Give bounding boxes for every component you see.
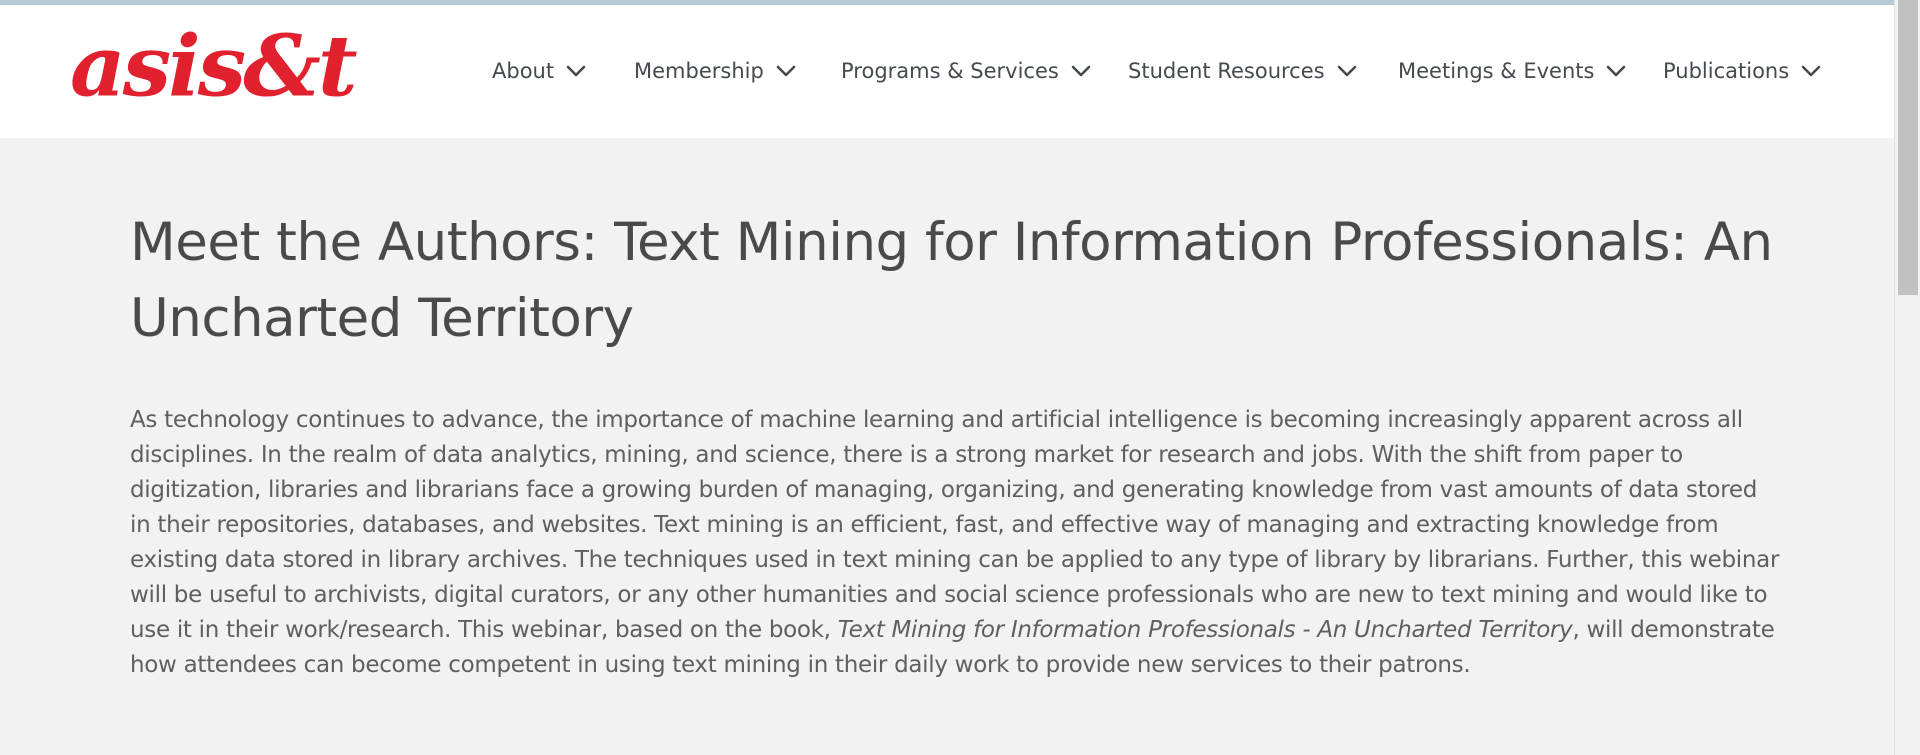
nav-item-publications[interactable]: Publications: [1663, 59, 1821, 83]
main-content: Meet the Authors: Text Mining for Inform…: [130, 205, 1780, 683]
nav-item-label: Meetings & Events: [1398, 59, 1595, 83]
book-title: Text Mining for Information Professional…: [837, 617, 1573, 643]
nav-item-student-resources[interactable]: Student Resources: [1128, 59, 1357, 83]
nav-item-label: Student Resources: [1128, 59, 1325, 83]
nav-item-label: About: [492, 59, 555, 83]
chevron-down-icon: [1801, 64, 1821, 78]
main-navigation: About Membership Programs & Services Stu…: [0, 5, 1894, 138]
nav-item-label: Publications: [1663, 59, 1790, 83]
chevron-down-icon: [1337, 64, 1357, 78]
chevron-down-icon: [776, 64, 796, 78]
chevron-down-icon: [1606, 64, 1626, 78]
nav-item-label: Programs & Services: [841, 59, 1059, 83]
event-description: As technology continues to advance, the …: [130, 403, 1780, 683]
chevron-down-icon: [566, 64, 586, 78]
nav-item-about[interactable]: About: [492, 59, 586, 83]
chevron-down-icon: [1071, 64, 1091, 78]
scrollbar-thumb[interactable]: [1898, 0, 1918, 295]
description-text: As technology continues to advance, the …: [130, 407, 1780, 643]
nav-item-label: Membership: [634, 59, 764, 83]
nav-item-programs-services[interactable]: Programs & Services: [841, 59, 1091, 83]
nav-item-membership[interactable]: Membership: [634, 59, 796, 83]
site-header: asis&t About Membership Programs & Servi…: [0, 5, 1894, 138]
nav-item-meetings-events[interactable]: Meetings & Events: [1398, 59, 1626, 83]
page-scrollbar[interactable]: [1894, 0, 1920, 755]
page-title: Meet the Authors: Text Mining for Inform…: [130, 212, 1773, 349]
